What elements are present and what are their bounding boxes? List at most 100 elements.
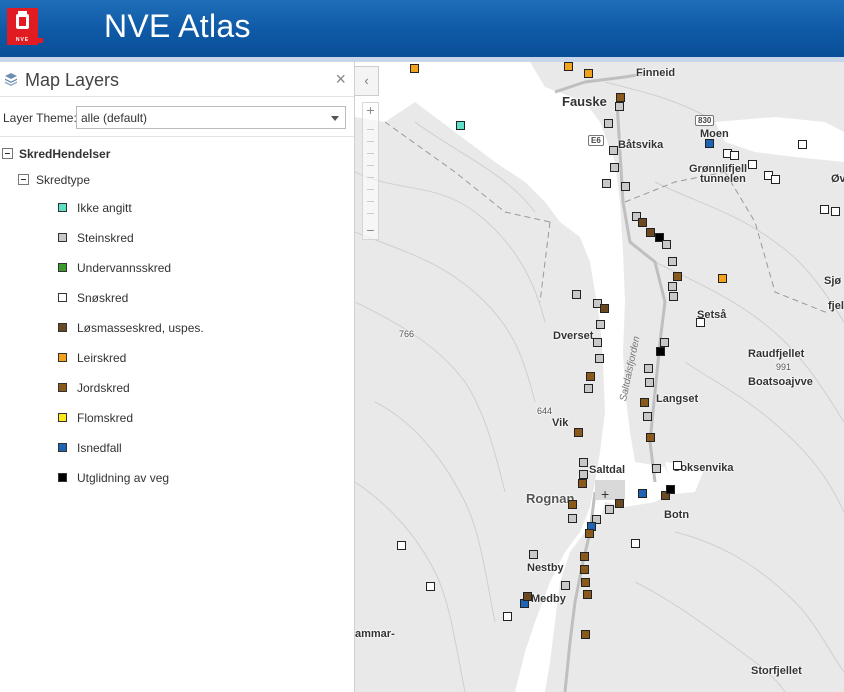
incident-marker-snoskred[interactable] — [820, 205, 829, 214]
legend-item-utglidning-av-veg: Utglidning av veg — [58, 470, 338, 486]
incident-marker-steinskred[interactable] — [579, 470, 588, 479]
incident-marker-steinskred[interactable] — [579, 458, 588, 467]
incident-marker-steinskred[interactable] — [615, 102, 624, 111]
incident-marker-leirskred[interactable] — [410, 64, 419, 73]
incident-marker-jordskred[interactable] — [568, 500, 577, 509]
incident-marker-losmasseskred[interactable] — [646, 228, 655, 237]
legend-swatch — [58, 233, 67, 242]
zoom-out-button[interactable]: − — [363, 223, 378, 239]
layer-theme-select[interactable]: alle (default) — [76, 106, 346, 129]
incident-marker-steinskred[interactable] — [652, 464, 661, 473]
incident-marker-steinskred[interactable] — [668, 257, 677, 266]
legend-label: Utglidning av veg — [77, 471, 170, 485]
incident-marker-jordskred[interactable] — [580, 565, 589, 574]
incident-marker-steinskred[interactable] — [660, 338, 669, 347]
incident-marker-steinskred[interactable] — [568, 514, 577, 523]
legend-swatch — [58, 263, 67, 272]
place-finneid: Finneid — [636, 67, 676, 79]
incident-marker-steinskred[interactable] — [572, 290, 581, 299]
incident-marker-jordskred[interactable] — [646, 433, 655, 442]
zoom-tick — [367, 141, 374, 142]
incident-marker-snoskred[interactable] — [771, 175, 780, 184]
incident-marker-jordskred[interactable] — [581, 630, 590, 639]
incident-marker-steinskred[interactable] — [595, 354, 604, 363]
incident-marker-isnedfall[interactable] — [705, 139, 714, 148]
incident-marker-jordskred[interactable] — [673, 272, 682, 281]
incident-marker-jordskred[interactable] — [583, 590, 592, 599]
incident-marker-steinskred[interactable] — [596, 320, 605, 329]
legend-swatch — [58, 383, 67, 392]
incident-marker-snoskred[interactable] — [730, 151, 739, 160]
incident-marker-losmasseskred[interactable] — [523, 592, 532, 601]
zoom-in-button[interactable]: + — [363, 103, 378, 119]
close-button[interactable]: × — [335, 69, 346, 90]
layer-theme-value: alle (default) — [81, 111, 148, 125]
incident-marker-steinskred[interactable] — [609, 146, 618, 155]
place-nestby: Nestby — [527, 562, 564, 574]
legend-item-flomskred: Flomskred — [58, 410, 338, 426]
incident-marker-losmasseskred[interactable] — [615, 499, 624, 508]
incident-marker-utglidning[interactable] — [666, 485, 675, 494]
incident-marker-utglidning[interactable] — [656, 347, 665, 356]
nve-logo[interactable]: NVE — [7, 8, 38, 45]
incident-marker-steinskred[interactable] — [605, 505, 614, 514]
incident-marker-steinskred[interactable] — [529, 550, 538, 559]
incident-marker-losmasseskred[interactable] — [638, 218, 647, 227]
layer-theme-label: Layer Theme: — [3, 111, 77, 125]
incident-marker-steinskred[interactable] — [604, 119, 613, 128]
incident-marker-snoskred[interactable] — [503, 612, 512, 621]
incident-marker-snoskred[interactable] — [397, 541, 406, 550]
incident-marker-snoskred[interactable] — [426, 582, 435, 591]
incident-marker-ikke-angitt[interactable] — [456, 121, 465, 130]
incident-marker-jordskred[interactable] — [616, 93, 625, 102]
incident-marker-snoskred[interactable] — [673, 461, 682, 470]
panel-title: Map Layers — [25, 70, 120, 90]
incident-marker-steinskred[interactable] — [662, 240, 671, 249]
incident-marker-losmasseskred[interactable] — [600, 304, 609, 313]
incident-marker-steinskred[interactable] — [602, 179, 611, 188]
collapse-panel-button[interactable]: ‹ — [355, 66, 379, 96]
incident-marker-steinskred[interactable] — [669, 292, 678, 301]
incident-marker-leirskred[interactable] — [718, 274, 727, 283]
incident-marker-snoskred[interactable] — [748, 160, 757, 169]
incident-marker-snoskred[interactable] — [631, 539, 640, 548]
incident-marker-isnedfall[interactable] — [638, 489, 647, 498]
legend-item-steinskred: Steinskred — [58, 230, 338, 246]
incident-marker-steinskred[interactable] — [668, 282, 677, 291]
road-shield-830: 830 — [695, 115, 715, 126]
incident-marker-steinskred[interactable] — [621, 182, 630, 191]
place-elevation-644: 644 — [537, 406, 553, 416]
incident-marker-steinskred[interactable] — [561, 581, 570, 590]
legend-swatch — [58, 443, 67, 452]
incident-marker-jordskred[interactable] — [574, 428, 583, 437]
incident-marker-steinskred[interactable] — [643, 412, 652, 421]
incident-marker-steinskred[interactable] — [644, 364, 653, 373]
incident-marker-jordskred[interactable] — [580, 552, 589, 561]
incident-marker-steinskred[interactable] — [610, 163, 619, 172]
tree-node-skredtype[interactable]: Skredtype — [36, 173, 90, 187]
incident-marker-leirskred[interactable] — [564, 62, 573, 71]
panel-header: Map Layers × — [0, 62, 354, 97]
incident-marker-jordskred[interactable] — [586, 372, 595, 381]
incident-marker-steinskred[interactable] — [584, 384, 593, 393]
incident-marker-snoskred[interactable] — [798, 140, 807, 149]
incident-marker-steinskred[interactable] — [593, 338, 602, 347]
place-ov: Øv — [831, 173, 844, 185]
incident-marker-snoskred[interactable] — [831, 207, 840, 216]
incident-marker-jordskred[interactable] — [585, 529, 594, 538]
legend-item-leirskred: Leirskred — [58, 350, 338, 366]
incident-marker-leirskred[interactable] — [584, 69, 593, 78]
incident-marker-jordskred[interactable] — [640, 398, 649, 407]
collapse-toggle-skredhendelser[interactable] — [2, 148, 13, 159]
incident-marker-steinskred[interactable] — [645, 378, 654, 387]
incident-marker-jordskred[interactable] — [581, 578, 590, 587]
incident-marker-jordskred[interactable] — [578, 479, 587, 488]
incident-marker-snoskred[interactable] — [696, 318, 705, 327]
collapse-toggle-skredtype[interactable] — [18, 174, 29, 185]
map-view[interactable]: ‹ + − Finneid Fauske E6 Båtsvika 830 Moe… — [355, 62, 844, 692]
zoom-slider[interactable]: + − — [362, 102, 379, 240]
lion-emblem-icon — [16, 11, 29, 29]
tree-node-skredhendelser[interactable]: SkredHendelser — [19, 147, 110, 161]
legend-label: Snøskred — [77, 291, 129, 305]
logo-accent — [38, 38, 43, 43]
